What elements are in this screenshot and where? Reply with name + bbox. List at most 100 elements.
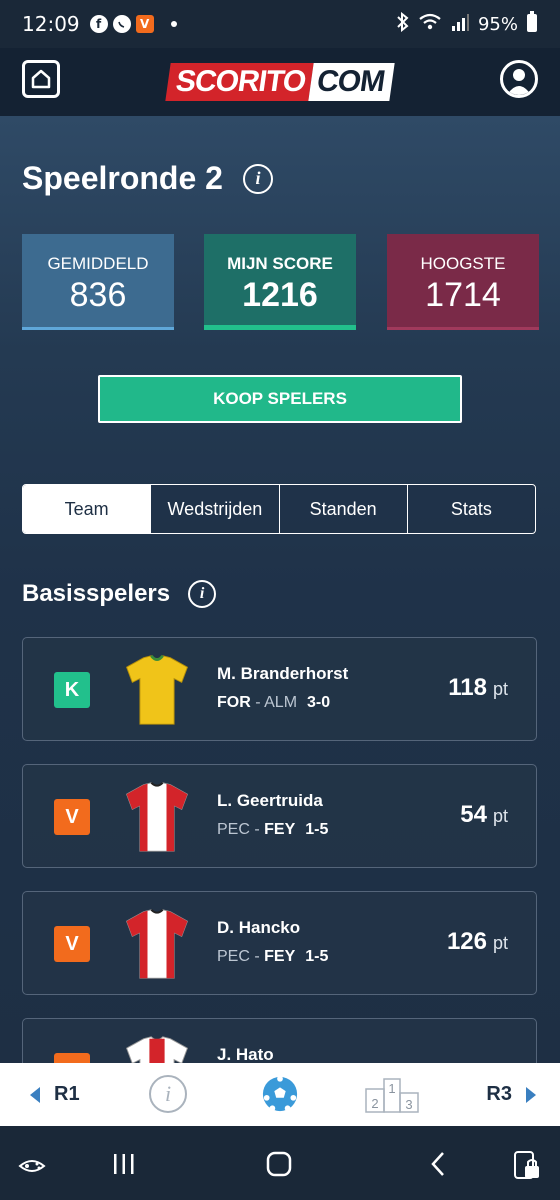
- away-team: FEY: [264, 948, 296, 965]
- match-info: FOR - ALM 3-0: [217, 694, 330, 712]
- whatsapp-icon: [112, 15, 131, 33]
- back-icon[interactable]: [427, 1150, 451, 1178]
- round-navigation: R1 i 2 1 3 R3: [0, 1063, 560, 1126]
- player-card[interactable]: V D. Hancko PEC - FEY 1-5 126 pt: [22, 891, 537, 995]
- average-score-card: GEMIDDELD 836: [22, 234, 174, 330]
- logo-right: COM: [308, 63, 395, 101]
- recent-apps-icon[interactable]: [110, 1150, 138, 1178]
- previous-round-button[interactable]: R1: [30, 1083, 80, 1106]
- home-button[interactable]: [22, 60, 60, 98]
- tab-bar: Team Wedstrijden Standen Stats: [22, 484, 536, 534]
- my-score-label: MIJN SCORE: [227, 254, 333, 273]
- user-icon: [507, 69, 531, 95]
- system-navigation-bar: [0, 1126, 560, 1200]
- player-card[interactable]: V L. Geertruida PEC - FEY 1-5 54 pt: [22, 764, 537, 868]
- player-name: J. Hato: [217, 1045, 274, 1063]
- info-icon[interactable]: i: [242, 163, 273, 194]
- arrow-right-icon: [526, 1086, 536, 1103]
- red-white-shirt-icon: [126, 909, 188, 979]
- highest-score-card: HOOGSTE 1714: [387, 234, 539, 330]
- player-card[interactable]: V J. Hato: [22, 1018, 537, 1063]
- average-score-label: GEMIDDELD: [47, 254, 149, 273]
- starters-header: Basisspelers i: [22, 580, 217, 608]
- player-name: L. Geertruida: [217, 791, 323, 810]
- tab-team[interactable]: Team: [23, 485, 151, 533]
- defender-badge: V: [54, 926, 90, 962]
- player-name: D. Hancko: [217, 918, 301, 937]
- red-white-shirt-icon: [126, 782, 188, 852]
- yellow-shirt-icon: [126, 654, 188, 725]
- my-score-value: 1216: [242, 276, 318, 314]
- bluetooth-icon: [396, 11, 410, 37]
- match-result: 1-5: [305, 948, 329, 965]
- player-points: 126 pt: [447, 928, 508, 956]
- highest-score-value: 1714: [425, 276, 501, 314]
- podium-second: 2: [371, 1096, 378, 1111]
- average-score-value: 836: [69, 276, 127, 314]
- player-name: M. Branderhorst: [217, 664, 349, 683]
- points-unit: pt: [492, 806, 508, 826]
- home-team: PEC: [217, 948, 250, 965]
- ajax-shirt-icon: [126, 1036, 188, 1063]
- away-team: FEY: [264, 821, 296, 838]
- section-title: Basisspelers: [22, 580, 171, 607]
- home-team: FOR: [217, 694, 251, 711]
- highest-score-label: HOOGSTE: [420, 254, 506, 273]
- arrow-left-icon: [30, 1086, 40, 1103]
- tab-standen[interactable]: Standen: [278, 485, 407, 533]
- points-value: 54: [460, 801, 487, 828]
- defender-badge: V: [54, 799, 90, 835]
- round-header: Speelronde 2 i: [22, 160, 273, 197]
- my-score-card: MIJN SCORE 1216: [204, 234, 356, 330]
- v-app-icon: V: [135, 15, 154, 33]
- match-result: 1-5: [305, 821, 329, 838]
- buy-players-button[interactable]: KOOP SPELERS: [98, 375, 462, 423]
- player-card[interactable]: K M. Branderhorst FOR - ALM 3-0 118 pt: [22, 637, 537, 741]
- podium-first: 1: [388, 1081, 395, 1096]
- signal-icon: [450, 12, 470, 37]
- logo-left: SCORITO: [165, 63, 314, 101]
- screen-lock-icon[interactable]: [512, 1150, 542, 1182]
- tab-stats[interactable]: Stats: [406, 485, 535, 533]
- previous-round-label: R1: [54, 1083, 80, 1105]
- points-value: 118: [448, 674, 487, 701]
- soccer-ball-icon[interactable]: [261, 1075, 299, 1113]
- match-info: PEC - FEY 1-5: [217, 948, 328, 966]
- clock: 12:09: [22, 12, 80, 36]
- battery-text: 95%: [477, 13, 518, 35]
- home-team: PEC: [217, 821, 250, 838]
- next-round-label: R3: [486, 1083, 512, 1105]
- facebook-icon: f: [89, 15, 108, 33]
- profile-button[interactable]: [500, 60, 538, 98]
- points-value: 126: [446, 928, 487, 955]
- battery-icon: [526, 10, 538, 38]
- scorito-logo[interactable]: SCORITO COM: [165, 63, 395, 101]
- status-bar: 12:09 f V 95%: [0, 0, 560, 48]
- captain-badge: K: [54, 672, 90, 708]
- notification-dot: [170, 21, 177, 27]
- match-separator: -: [250, 694, 265, 711]
- podium-icon[interactable]: 2 1 3: [364, 1077, 420, 1113]
- app-header: SCORITO COM: [0, 48, 560, 116]
- player-points: 54 pt: [460, 801, 508, 829]
- home-system-icon[interactable]: [265, 1150, 295, 1178]
- main-content[interactable]: Speelronde 2 i GEMIDDELD 836 MIJN SCORE …: [0, 116, 560, 1063]
- points-unit: pt: [492, 933, 508, 953]
- next-round-button[interactable]: R3: [486, 1083, 536, 1106]
- points-unit: pt: [492, 679, 508, 699]
- player-points: 118 pt: [448, 674, 508, 702]
- match-result: 3-0: [307, 694, 331, 711]
- match-separator: -: [249, 948, 265, 965]
- defender-badge: V: [54, 1053, 90, 1063]
- match-separator: -: [249, 821, 265, 838]
- info-icon[interactable]: i: [188, 580, 217, 608]
- wifi-icon: [418, 12, 442, 37]
- page-title: Speelronde 2: [22, 160, 223, 196]
- tab-wedstrijden[interactable]: Wedstrijden: [150, 485, 279, 533]
- game-launcher-icon[interactable]: [16, 1150, 48, 1182]
- podium-third: 3: [405, 1097, 412, 1112]
- away-team: ALM: [264, 694, 298, 711]
- info-icon[interactable]: i: [149, 1075, 187, 1113]
- home-icon: [31, 69, 51, 89]
- match-info: PEC - FEY 1-5: [217, 821, 328, 839]
